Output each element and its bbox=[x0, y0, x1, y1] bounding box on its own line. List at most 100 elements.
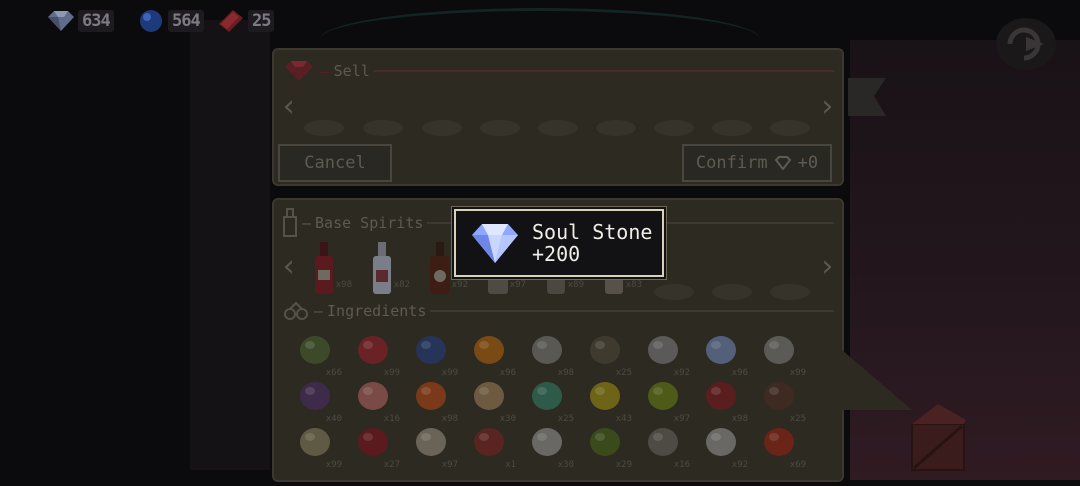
empty-slot bbox=[712, 284, 752, 300]
cancel-label: Cancel bbox=[304, 153, 366, 173]
inventory-item[interactable]: x29 bbox=[584, 420, 632, 470]
blueberry-icon bbox=[416, 336, 446, 364]
gem-counter: 634 bbox=[44, 8, 114, 34]
cancel-button[interactable]: Cancel bbox=[278, 144, 392, 182]
spirits-scroll-right[interactable]: › bbox=[818, 252, 836, 282]
item-count: x98 bbox=[335, 280, 352, 290]
cherries-icon bbox=[284, 302, 308, 320]
avocado-icon bbox=[590, 428, 620, 456]
sell-slot[interactable] bbox=[770, 120, 810, 136]
bottle-icon bbox=[283, 208, 297, 237]
inventory-item[interactable]: x97 bbox=[642, 374, 690, 424]
inventory-item[interactable]: x30 bbox=[468, 374, 516, 424]
inventory-item[interactable]: x16 bbox=[642, 420, 690, 470]
inventory-item[interactable]: x25 bbox=[584, 328, 632, 378]
inventory-item[interactable]: x92 bbox=[700, 420, 748, 470]
gem-count: 634 bbox=[78, 10, 114, 32]
peach-icon bbox=[358, 382, 388, 410]
inventory-item[interactable]: x99 bbox=[352, 328, 400, 378]
mint-icon bbox=[300, 336, 330, 364]
inventory-item[interactable]: x99 bbox=[410, 328, 458, 378]
inventory-item[interactable]: x96 bbox=[468, 328, 516, 378]
orange-icon bbox=[474, 336, 504, 364]
melon-slice-icon bbox=[532, 382, 562, 410]
orb-count: 564 bbox=[168, 10, 204, 32]
ingredients-divider bbox=[430, 310, 834, 312]
inventory-item[interactable]: x98 bbox=[304, 240, 352, 294]
ruby-gem-icon bbox=[285, 61, 313, 81]
sell-slot[interactable] bbox=[422, 120, 462, 136]
speech-tail bbox=[842, 350, 912, 410]
exit-button[interactable] bbox=[996, 18, 1056, 70]
orb-icon bbox=[134, 8, 168, 34]
cream-pitcher-icon bbox=[532, 336, 562, 364]
gem-icon bbox=[774, 156, 791, 170]
inventory-item[interactable]: x40 bbox=[294, 374, 342, 424]
background-column bbox=[190, 20, 270, 470]
pomegranate-icon bbox=[358, 428, 388, 456]
inventory-item[interactable]: x25 bbox=[526, 374, 574, 424]
inventory-item[interactable]: x99 bbox=[294, 420, 342, 470]
toast-title: Soul Stone bbox=[532, 220, 653, 244]
sell-divider bbox=[373, 70, 834, 72]
sell-slot[interactable] bbox=[654, 120, 694, 136]
inventory-item[interactable]: x98 bbox=[700, 374, 748, 424]
inventory-item[interactable]: x25 bbox=[758, 374, 806, 424]
honey-jar-icon bbox=[416, 382, 446, 410]
ice-shard-icon bbox=[648, 336, 678, 364]
item-count: x82 bbox=[393, 280, 410, 290]
item-count: x92 bbox=[731, 460, 748, 470]
confirm-button[interactable]: Confirm +0 bbox=[682, 144, 832, 182]
inventory-item[interactable]: x98 bbox=[526, 328, 574, 378]
spirits-scroll-left[interactable]: ‹ bbox=[280, 252, 298, 282]
inventory-item[interactable]: x99 bbox=[758, 328, 806, 378]
sell-panel: – Sell ‹ › Cancel Confirm +0 bbox=[272, 48, 844, 186]
grapes-icon bbox=[300, 382, 330, 410]
tomato-sauce-icon bbox=[706, 382, 736, 410]
inventory-item[interactable]: x43 bbox=[584, 374, 632, 424]
toast-amount: +200 bbox=[532, 242, 581, 266]
inventory-item[interactable]: x96 bbox=[700, 328, 748, 378]
inventory-item[interactable]: x30 bbox=[526, 420, 574, 470]
crate-icon[interactable] bbox=[908, 402, 970, 472]
inventory-item[interactable]: x16 bbox=[352, 374, 400, 424]
item-count: x89 bbox=[567, 280, 584, 290]
sell-scroll-right[interactable]: › bbox=[818, 92, 836, 122]
item-count: x30 bbox=[557, 460, 574, 470]
vanilla-icon bbox=[300, 428, 330, 456]
sell-slot[interactable] bbox=[480, 120, 520, 136]
inventory-item[interactable]: x27 bbox=[352, 420, 400, 470]
sell-slot[interactable] bbox=[712, 120, 752, 136]
inventory-item[interactable]: x98 bbox=[410, 374, 458, 424]
inventory-item[interactable]: x82 bbox=[362, 240, 410, 294]
ingredients-title: Ingredients bbox=[327, 302, 427, 320]
inventory-item[interactable]: x1 bbox=[468, 420, 516, 470]
sell-slot[interactable] bbox=[304, 120, 344, 136]
sugar-bowl-icon bbox=[764, 336, 794, 364]
inventory-item[interactable]: x66 bbox=[294, 328, 342, 378]
empty-slot bbox=[770, 284, 810, 300]
item-count: x1 bbox=[505, 460, 516, 470]
item-count: x99 bbox=[325, 460, 342, 470]
inventory-item[interactable]: x97 bbox=[410, 420, 458, 470]
item-count: x16 bbox=[673, 460, 690, 470]
ticket-count: 25 bbox=[248, 10, 275, 32]
sell-slot[interactable] bbox=[363, 120, 403, 136]
sell-title: Sell bbox=[333, 62, 370, 80]
item-count: x92 bbox=[451, 280, 468, 290]
sell-scroll-left[interactable]: ‹ bbox=[280, 92, 298, 122]
strawberry-icon bbox=[358, 336, 388, 364]
confirm-amount: +0 bbox=[797, 153, 819, 173]
sell-slot[interactable] bbox=[596, 120, 636, 136]
item-count: x83 bbox=[625, 280, 642, 290]
sell-slot[interactable] bbox=[538, 120, 578, 136]
item-count: x29 bbox=[615, 460, 632, 470]
salt-pile-icon bbox=[532, 428, 562, 456]
bowl-icon bbox=[590, 336, 620, 364]
item-count: x97 bbox=[441, 460, 458, 470]
lemon-icon bbox=[590, 382, 620, 410]
inventory-item[interactable]: x92 bbox=[642, 328, 690, 378]
inventory-item[interactable]: x69 bbox=[758, 420, 806, 470]
custard-icon bbox=[474, 382, 504, 410]
ticket-icon bbox=[214, 8, 248, 34]
